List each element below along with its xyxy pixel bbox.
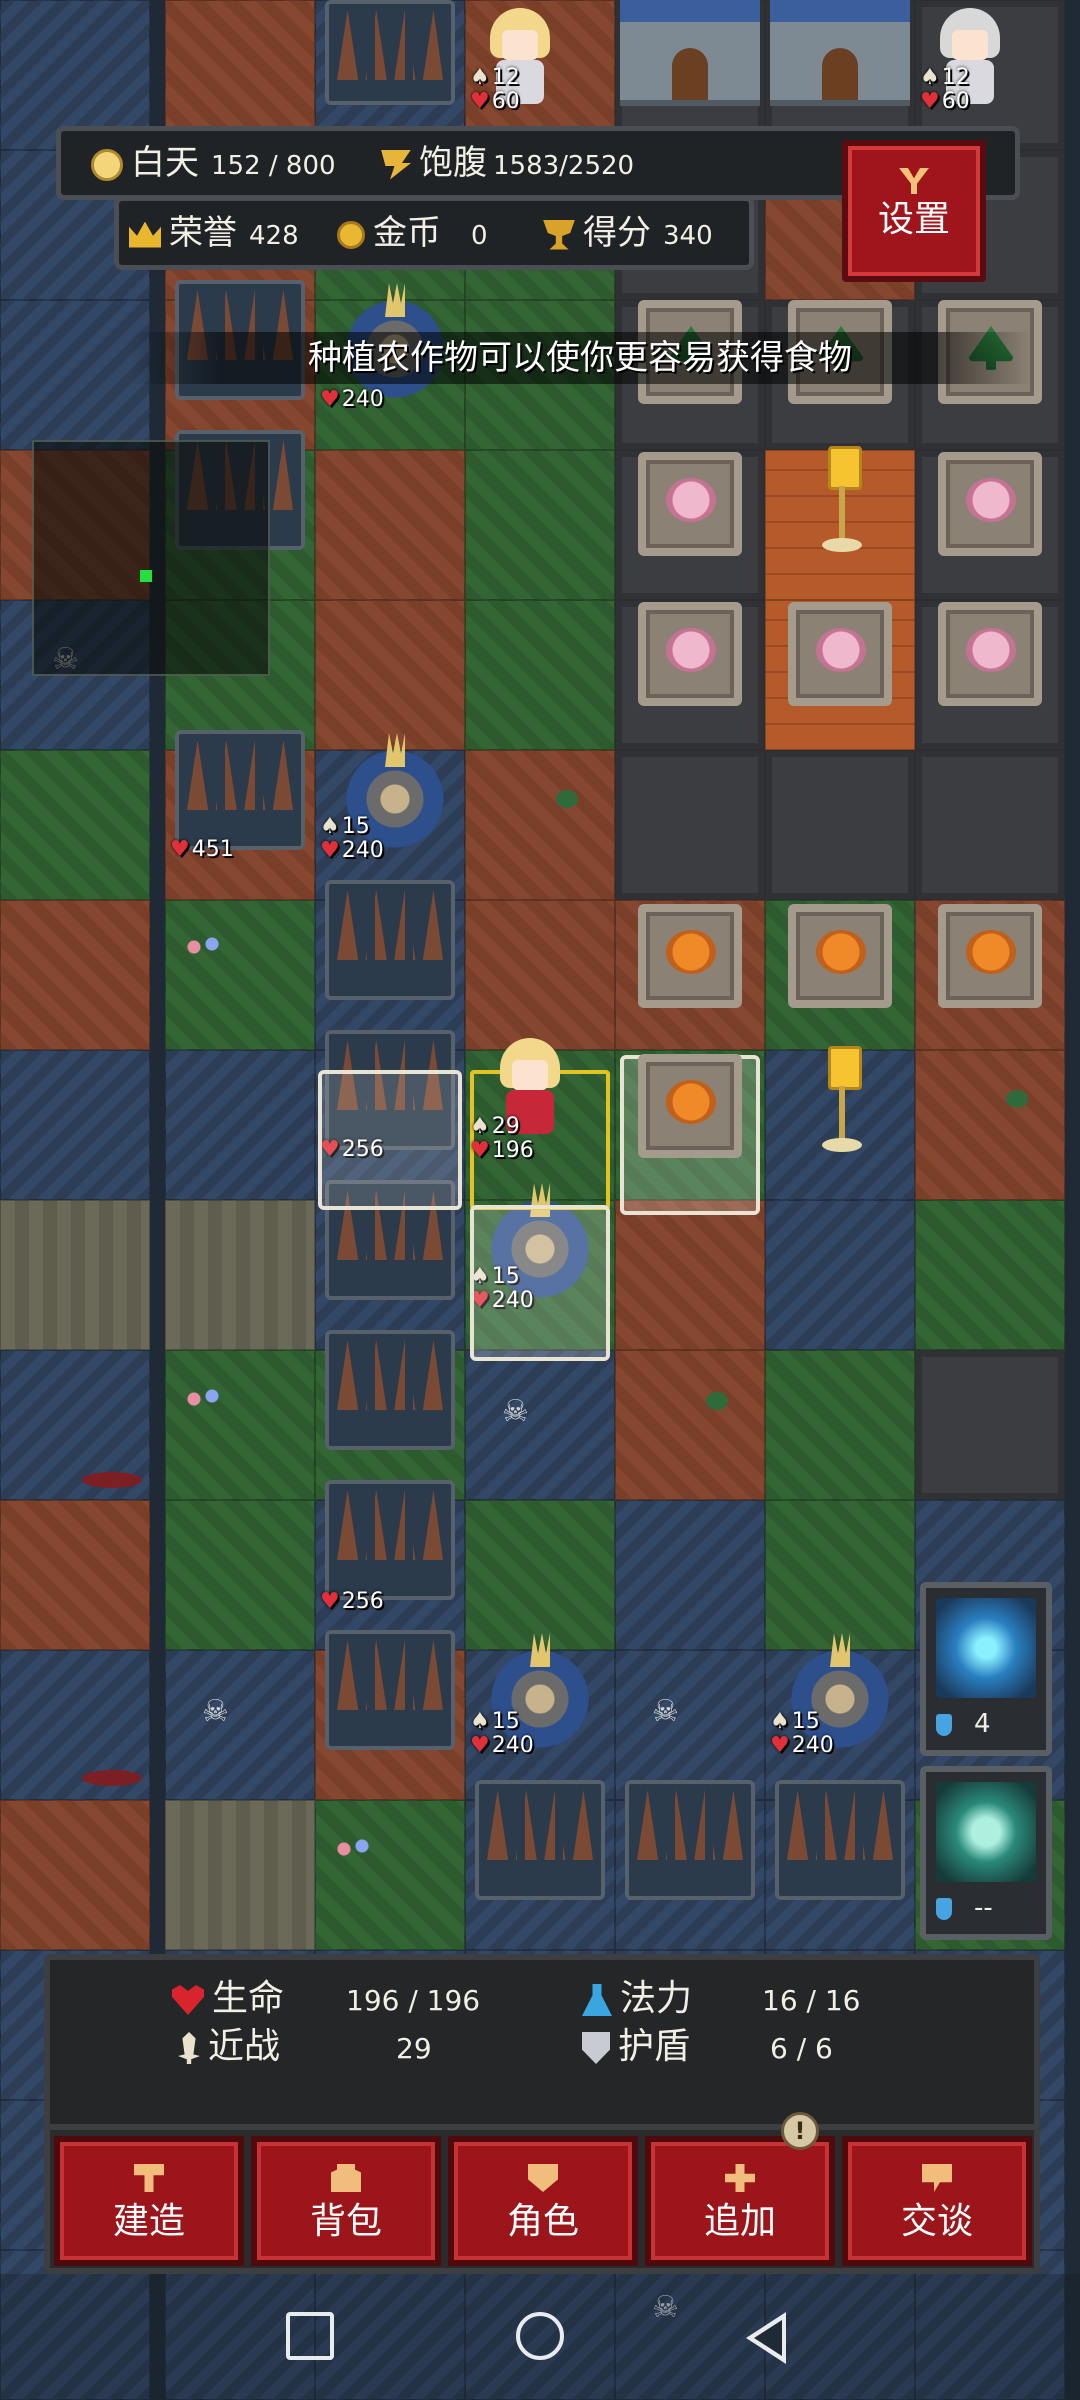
hunger-icon <box>381 149 411 180</box>
tower-stats: ♥240 <box>320 387 384 412</box>
spike-trap[interactable] <box>475 1780 605 1900</box>
honor-counter: 荣誉 428 <box>129 213 299 256</box>
bush-decoration <box>556 790 578 808</box>
pumpkin-planter[interactable] <box>938 904 1042 1008</box>
flower-decoration <box>182 932 222 962</box>
character-button[interactable]: 角色 <box>448 2136 638 2266</box>
mana-flask-icon <box>582 1984 612 2016</box>
hp-stat: 生命 <box>172 1978 284 2020</box>
spike-trap[interactable] <box>325 1480 455 1600</box>
plus-icon <box>725 2164 755 2192</box>
hammer-icon <box>134 2164 164 2192</box>
skull-icon: ☠ <box>202 1694 229 1729</box>
spike-trap[interactable] <box>775 1780 905 1900</box>
lamp-post[interactable] <box>822 446 862 556</box>
gold-counter: 金币 0 <box>337 213 488 256</box>
turnip-planter[interactable] <box>788 602 892 706</box>
sword-icon <box>178 2032 200 2064</box>
pumpkin-planter[interactable] <box>788 904 892 1008</box>
blood-stain <box>82 1770 142 1786</box>
score-counter: 得分 340 <box>543 213 713 256</box>
character-stats-panel: 生命 196 / 196 法力 16 / 16 近战 29 护盾 6 / 6 <box>44 1954 1040 2130</box>
trophy-icon <box>543 219 575 250</box>
spike-hp: ♥256 <box>320 1589 384 1614</box>
lamp-post[interactable] <box>822 1046 862 1156</box>
lightning-skill-card[interactable]: 4 <box>920 1582 1052 1756</box>
chat-icon <box>922 2164 952 2192</box>
minimap[interactable] <box>32 440 270 676</box>
talk-button[interactable]: 交谈 <box>842 2136 1032 2266</box>
shield-icon <box>582 2032 610 2064</box>
skull-icon: ☠ <box>502 1394 529 1429</box>
lightning-icon <box>936 1598 1036 1698</box>
pumpkin-planter[interactable] <box>638 904 742 1008</box>
spike-trap[interactable] <box>325 1330 455 1450</box>
move-highlight <box>470 1205 610 1361</box>
blood-stain <box>82 1472 142 1488</box>
action-bar: 建造 背包 角色 追加 ! 交谈 <box>44 2112 1040 2274</box>
bush-decoration <box>1006 1090 1028 1108</box>
character-icon <box>528 2164 558 2192</box>
backpack-button[interactable]: 背包 <box>251 2136 441 2266</box>
score-bar: 荣誉 428 金币 0 得分 340 <box>114 196 754 270</box>
back-button[interactable] <box>746 2312 786 2364</box>
day-counter: 白天 152 / 800 <box>91 143 336 186</box>
coin-icon <box>337 220 365 249</box>
spike-trap[interactable] <box>625 1780 755 1900</box>
turnip-planter[interactable] <box>638 602 742 706</box>
shield-skill-icon <box>936 1782 1036 1882</box>
mana-icon <box>936 1713 952 1736</box>
hint-text: 种植农作物可以使你更容易获得食物 <box>130 332 1030 384</box>
pumpkin-planter[interactable] <box>638 1054 742 1158</box>
add-button[interactable]: 追加 ! <box>645 2112 835 2266</box>
flower-decoration <box>332 1834 372 1864</box>
hunger-counter: 饱腹 1583/2520 <box>381 143 634 186</box>
shield-skill-card[interactable]: -- <box>920 1766 1052 1940</box>
knight-stats: ♠12 ♥60 <box>920 65 970 114</box>
spike-trap[interactable] <box>325 1630 455 1750</box>
turnip-planter[interactable] <box>938 602 1042 706</box>
settings-button[interactable]: 设置 <box>842 140 986 282</box>
heart-icon <box>172 1985 204 2015</box>
build-button[interactable]: 建造 <box>54 2136 244 2266</box>
system-nav-bar <box>0 2274 1080 2400</box>
tower-stats: ♠15 ♥240 <box>470 1709 534 1758</box>
bag-icon <box>331 2164 361 2192</box>
bush-decoration <box>706 1392 728 1410</box>
mana-stat: 法力 <box>582 1978 692 2020</box>
house-building[interactable] <box>770 0 910 106</box>
spike-trap[interactable] <box>325 0 455 105</box>
flower-decoration <box>182 1384 222 1414</box>
tower-stats: ♠15 ♥240 <box>320 814 384 863</box>
turnip-planter[interactable] <box>938 452 1042 556</box>
shield-stat: 护盾 <box>582 2026 690 2068</box>
settings-icon <box>899 168 929 194</box>
recent-apps-button[interactable] <box>286 2312 334 2360</box>
minimap-player-marker <box>140 570 152 582</box>
house-building[interactable] <box>620 0 760 106</box>
spike-trap[interactable] <box>325 880 455 1000</box>
home-button[interactable] <box>516 2312 564 2360</box>
turnip-planter[interactable] <box>638 452 742 556</box>
skull-icon: ☠ <box>652 1694 679 1729</box>
spike-hp: ♥451 <box>170 837 234 862</box>
tower-stats: ♠15 ♥240 <box>770 1709 834 1758</box>
move-highlight <box>318 1070 462 1210</box>
spike-trap[interactable] <box>175 730 305 850</box>
crown-icon <box>129 221 161 248</box>
mana-icon <box>936 1897 952 1920</box>
angel-stats: ♠12 ♥60 <box>470 65 520 114</box>
hero-stats: ♠29 ♥196 <box>470 1114 534 1163</box>
melee-stat: 近战 <box>178 2026 280 2068</box>
notification-badge: ! <box>781 2112 819 2150</box>
sun-icon <box>91 148 123 181</box>
